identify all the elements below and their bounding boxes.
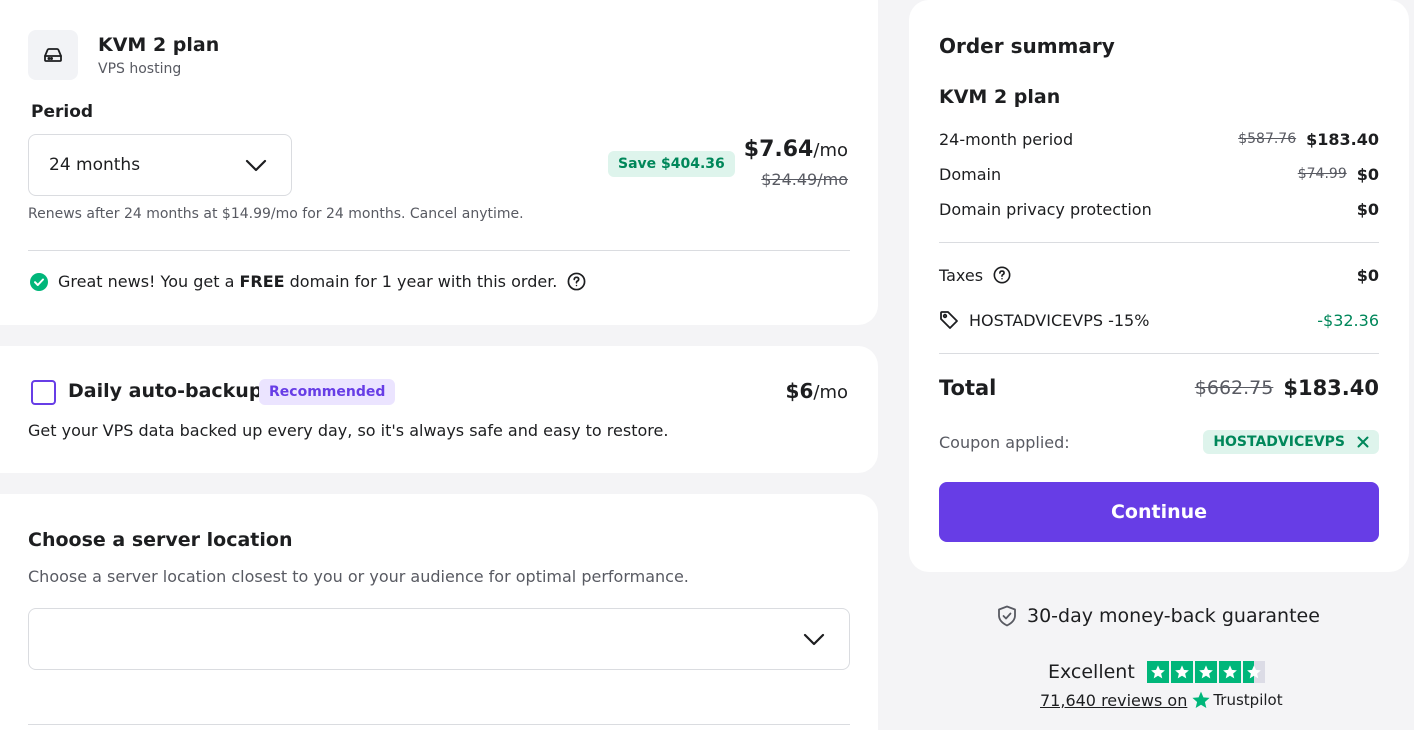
location-select[interactable]	[28, 608, 850, 670]
total-row: Total $662.75 $183.40	[939, 376, 1379, 400]
summary-plan-name: KVM 2 plan	[939, 86, 1061, 108]
total-price: $183.40	[1283, 376, 1379, 400]
shield-check-icon	[998, 605, 1016, 627]
trustpilot-logo: Trustpilot	[1191, 690, 1283, 710]
tag-icon	[940, 311, 958, 329]
discount-value: -$32.36	[1317, 310, 1379, 330]
trustpilot-star-icon	[1192, 691, 1210, 708]
plan-card: KVM 2 plan VPS hosting Period 24 months …	[0, 0, 878, 325]
star-icon	[1146, 661, 1169, 683]
location-description: Choose a server location closest to you …	[28, 567, 689, 586]
free-domain-text: Great news! You get a FREE domain for 1 …	[58, 272, 557, 291]
order-summary-card: Order summary KVM 2 plan 24-month period…	[909, 0, 1409, 572]
plan-price-value: $7.64	[743, 137, 814, 162]
guarantee-text: 30-day money-back guarantee	[1027, 605, 1320, 627]
period-select[interactable]: 24 months	[28, 134, 292, 196]
chevron-down-icon	[803, 633, 825, 646]
backup-price-value: $6	[785, 379, 814, 403]
continue-button[interactable]: Continue	[939, 482, 1379, 542]
reviews-link[interactable]: 71,640 reviews on	[1040, 691, 1187, 710]
backup-checkbox[interactable]	[31, 380, 56, 405]
taxes-label: Taxes	[939, 265, 984, 285]
chevron-down-icon	[245, 159, 267, 172]
total-label: Total	[939, 376, 997, 400]
summary-line-discount: HOSTADVICEVPS -15% -$32.36	[939, 308, 1379, 332]
trustpilot-reviews: 71,640 reviews on Trustpilot	[1040, 690, 1283, 710]
backup-description: Get your VPS data backed up every day, s…	[28, 421, 669, 440]
plan-price: $7.64/mo	[744, 137, 848, 162]
renews-text: Renews after 24 months at $14.99/mo for …	[28, 206, 524, 222]
star-icon	[1170, 661, 1193, 683]
divider	[28, 724, 850, 725]
money-back-guarantee: 30-day money-back guarantee	[997, 605, 1320, 627]
total-old-price: $662.75	[1194, 377, 1274, 399]
summary-line-domain: Domain $74.99 $0	[939, 162, 1379, 186]
line-old-price: $587.76	[1238, 131, 1297, 147]
backup-price-unit: /mo	[813, 382, 848, 403]
line-price: $183.40	[1306, 129, 1379, 149]
line-old-price: $74.99	[1297, 166, 1347, 182]
check-circle-icon	[30, 272, 48, 291]
summary-title: Order summary	[939, 34, 1115, 58]
line-price: $0	[1356, 164, 1379, 184]
discount-label: HOSTADVICEVPS -15%	[969, 310, 1150, 330]
star-icon	[1218, 661, 1241, 683]
trustpilot-brand: Trustpilot	[1213, 691, 1283, 709]
recommended-badge: Recommended	[259, 379, 396, 405]
coupon-code: HOSTADVICEVPS	[1213, 434, 1345, 450]
location-card: Choose a server location Choose a server…	[0, 494, 878, 730]
coupon-label: Coupon applied:	[939, 432, 1070, 452]
trustpilot-rating-word: Excellent	[1048, 661, 1135, 683]
period-value: 24 months	[49, 155, 141, 175]
server-icon	[28, 30, 78, 80]
line-label: Domain privacy protection	[939, 199, 1152, 219]
line-label: 24-month period	[939, 129, 1074, 149]
coupon-row: Coupon applied: HOSTADVICEVPS	[939, 430, 1379, 454]
divider	[28, 250, 850, 251]
backup-title: Daily auto-backup	[68, 380, 263, 402]
line-price: $0	[1356, 199, 1379, 219]
plan-old-price: $24.49/mo	[761, 170, 848, 189]
star-icon	[1194, 661, 1217, 683]
plan-title: KVM 2 plan	[98, 34, 220, 56]
free-domain-pre: Great news! You get a	[58, 272, 240, 291]
divider	[939, 242, 1379, 243]
location-title: Choose a server location	[28, 529, 293, 551]
taxes-value: $0	[1356, 265, 1379, 285]
close-icon[interactable]	[1357, 436, 1369, 448]
divider	[939, 353, 1379, 354]
help-icon[interactable]	[993, 266, 1011, 284]
plan-subtitle: VPS hosting	[98, 61, 182, 77]
free-domain-notice: Great news! You get a FREE domain for 1 …	[30, 272, 586, 291]
free-domain-bold: FREE	[239, 272, 285, 291]
summary-line-period: 24-month period $587.76 $183.40	[939, 127, 1379, 151]
save-badge: Save $404.36	[608, 151, 735, 177]
trustpilot-rating: Excellent	[1048, 661, 1265, 683]
period-label: Period	[31, 102, 94, 122]
trustpilot-stars	[1146, 661, 1265, 683]
plan-price-unit: /mo	[813, 140, 848, 161]
line-label: Domain	[939, 164, 1002, 184]
help-icon[interactable]	[567, 272, 586, 291]
half-star-icon	[1242, 661, 1265, 683]
backup-price: $6/mo	[786, 379, 848, 403]
summary-line-privacy: Domain privacy protection $0	[939, 197, 1379, 221]
free-domain-post: domain for 1 year with this order.	[284, 272, 558, 291]
backup-card: Daily auto-backup Recommended $6/mo Get …	[0, 346, 878, 473]
coupon-chip: HOSTADVICEVPS	[1203, 430, 1379, 454]
summary-line-taxes: Taxes $0	[939, 263, 1379, 287]
